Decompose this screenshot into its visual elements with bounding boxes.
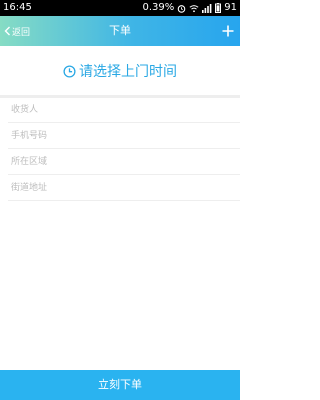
phone-row: [8, 123, 240, 149]
submit-order-button[interactable]: 立刻下单: [0, 370, 240, 400]
page-title: 下单: [109, 24, 131, 37]
network-speed: 0.39%: [142, 2, 175, 13]
phone-input[interactable]: [8, 123, 240, 149]
nav-bar: 返回 下单: [0, 16, 240, 46]
status-bar: 16:45 0.39% 91: [0, 0, 240, 16]
clock-icon: [63, 64, 79, 78]
region-input[interactable]: [8, 149, 240, 175]
receiver-row: [8, 97, 240, 123]
receiver-input[interactable]: [8, 97, 240, 123]
alarm-icon: [177, 4, 186, 13]
street-input[interactable]: [8, 175, 240, 201]
add-button[interactable]: [222, 16, 234, 46]
plus-icon: [222, 25, 234, 37]
region-row: [8, 149, 240, 175]
time-select-label: 请选择上门时间: [79, 64, 177, 80]
signal-icon: [202, 3, 212, 13]
battery-level: 91: [224, 2, 237, 13]
status-icons: 0.39% 91: [142, 0, 237, 16]
time-select-button[interactable]: 请选择上门时间: [0, 46, 240, 96]
status-time: 16:45: [3, 2, 32, 13]
wifi-icon: [189, 4, 199, 13]
battery-icon: [215, 3, 222, 13]
street-row: [8, 175, 240, 201]
